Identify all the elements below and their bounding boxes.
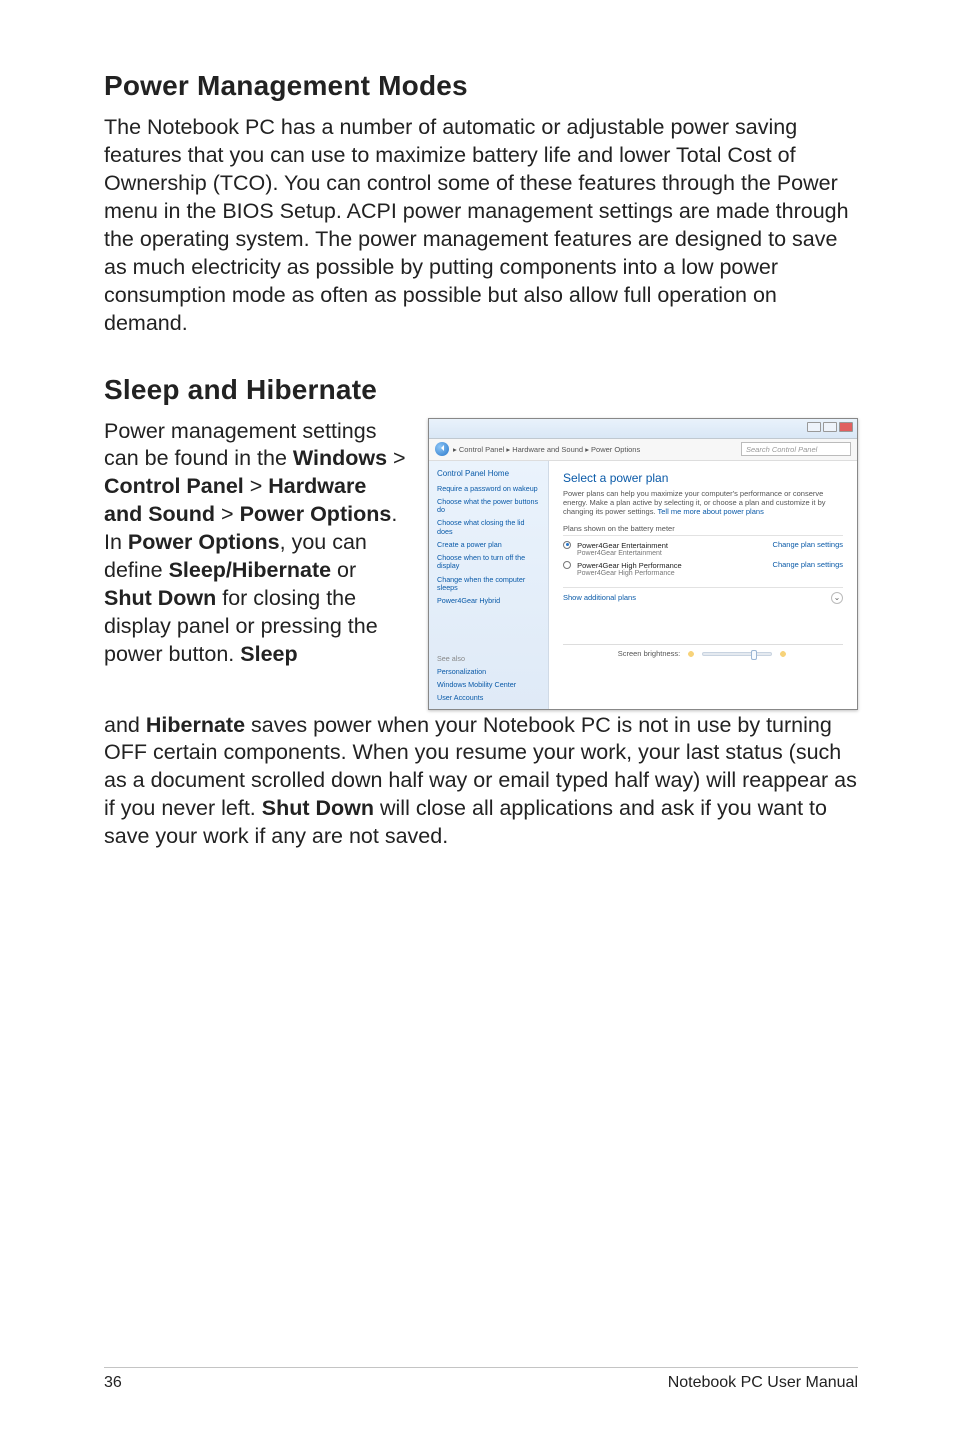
sidebar-link[interactable]: Require a password on wakeup — [437, 485, 540, 493]
text-bold-power-options: Power Options — [240, 502, 392, 526]
sun-dim-icon — [686, 649, 696, 659]
minimize-button[interactable] — [807, 422, 821, 432]
text-bold-control-panel: Control Panel — [104, 474, 244, 498]
text-bold-sleep-hibernate: Sleep/Hibernate — [169, 558, 332, 582]
sidebar-home-link[interactable]: Control Panel Home — [437, 469, 540, 478]
address-bar: ▸ Control Panel ▸ Hardware and Sound ▸ P… — [429, 439, 857, 461]
manual-title: Notebook PC User Manual — [668, 1374, 858, 1392]
text-bold-sleep: Sleep — [240, 642, 297, 666]
sidebar-link[interactable]: Power4Gear Hybrid — [437, 597, 540, 605]
paragraph-sleep-intro: Power management settings can be found i… — [104, 418, 408, 669]
sidebar-link[interactable]: Choose what the power buttons do — [437, 498, 540, 515]
see-also-link[interactable]: Personalization — [437, 668, 540, 676]
text-bold-hibernate: Hibernate — [146, 713, 245, 737]
slider-thumb[interactable] — [751, 650, 757, 660]
plan-label: Power4Gear Entertainment — [577, 541, 668, 550]
see-also-label: See also — [437, 654, 540, 663]
text-segment: > — [387, 446, 406, 470]
show-more-label: Show additional plans — [563, 593, 636, 602]
change-plan-link[interactable]: Change plan settings — [773, 540, 843, 549]
text-segment: > — [215, 502, 240, 526]
plan-label: Power4Gear High Performance — [577, 561, 682, 570]
paragraph-sleep-continued: and Hibernate saves power when your Note… — [104, 712, 858, 852]
main-description: Power plans can help you maximize your c… — [563, 489, 843, 516]
text-segment: or — [331, 558, 356, 582]
plan-row: Power4Gear High Performance Power4Gear H… — [563, 560, 843, 577]
main-panel: Select a power plan Power plans can help… — [549, 461, 857, 709]
main-title: Select a power plan — [563, 471, 843, 485]
chevron-down-icon: ⌄ — [831, 592, 843, 604]
brightness-row: Screen brightness: — [563, 644, 843, 665]
plan-sublabel: Power4Gear Entertainment — [577, 550, 668, 557]
radio-selected[interactable] — [563, 541, 571, 549]
see-also-link[interactable]: Windows Mobility Center — [437, 681, 540, 689]
text-bold-power-options-2: Power Options — [128, 530, 280, 554]
sidebar-link[interactable]: Choose what closing the lid does — [437, 519, 540, 536]
window-titlebar — [429, 419, 857, 439]
text-bold-shut-down: Shut Down — [104, 586, 216, 610]
sidebar: Control Panel Home Require a password on… — [429, 461, 549, 709]
text-bold-shut-down-2: Shut Down — [262, 796, 374, 820]
text-bold-windows: Windows — [293, 446, 387, 470]
breadcrumb[interactable]: ▸ Control Panel ▸ Hardware and Sound ▸ P… — [453, 445, 640, 454]
page-number: 36 — [104, 1374, 122, 1392]
sidebar-link[interactable]: Choose when to turn off the display — [437, 554, 540, 571]
sidebar-link[interactable]: Change when the computer sleeps — [437, 576, 540, 593]
page-footer: 36 Notebook PC User Manual — [104, 1367, 858, 1392]
power-options-screenshot: ▸ Control Panel ▸ Hardware and Sound ▸ P… — [428, 418, 858, 710]
brightness-slider[interactable] — [702, 652, 772, 656]
paragraph-power-management: The Notebook PC has a number of automati… — [104, 114, 858, 338]
search-placeholder: Search Control Panel — [746, 445, 817, 454]
show-more-row[interactable]: Show additional plans ⌄ — [563, 587, 843, 604]
plan-sublabel: Power4Gear High Performance — [577, 570, 682, 577]
maximize-button[interactable] — [823, 422, 837, 432]
learn-more-link[interactable]: Tell me more about power plans — [658, 507, 764, 516]
sidebar-link[interactable]: Create a power plan — [437, 541, 540, 549]
plan-group-label: Plans shown on the battery meter — [563, 524, 843, 536]
text-segment: > — [244, 474, 269, 498]
back-button[interactable] — [435, 442, 449, 456]
sun-bright-icon — [778, 649, 788, 659]
radio-unselected[interactable] — [563, 561, 571, 569]
text-segment: and — [104, 713, 146, 737]
plan-row: Power4Gear Entertainment Power4Gear Ente… — [563, 540, 843, 557]
change-plan-link[interactable]: Change plan settings — [773, 560, 843, 569]
search-input[interactable]: Search Control Panel — [741, 442, 851, 456]
heading-power-management: Power Management Modes — [104, 70, 858, 102]
brightness-label: Screen brightness: — [618, 649, 681, 658]
close-button[interactable] — [839, 422, 853, 432]
heading-sleep-hibernate: Sleep and Hibernate — [104, 374, 858, 406]
see-also-link[interactable]: User Accounts — [437, 694, 540, 702]
